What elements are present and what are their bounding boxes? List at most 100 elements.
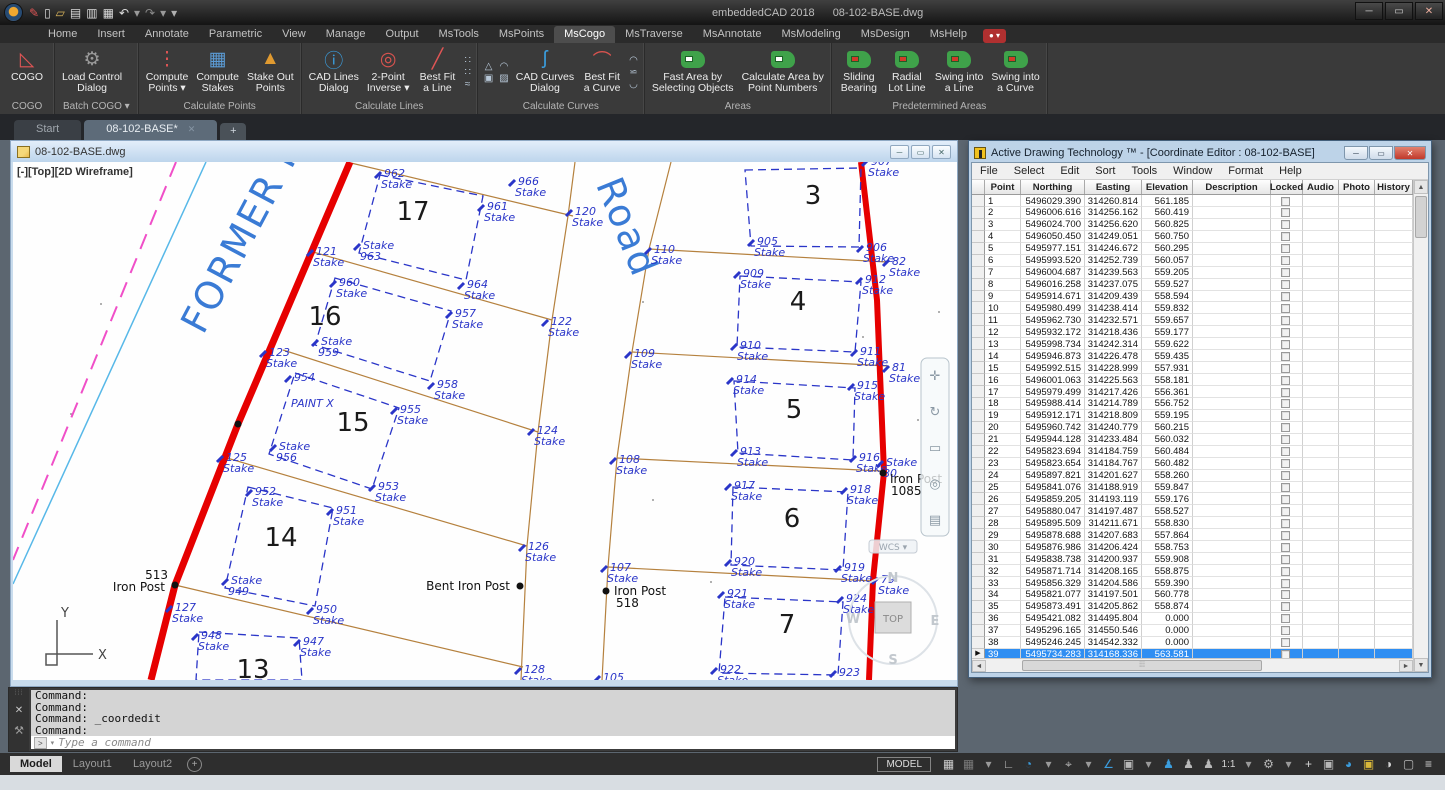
menu-file[interactable]: File xyxy=(980,165,998,177)
locked-checkbox[interactable] xyxy=(1281,590,1290,599)
cell-description[interactable] xyxy=(1193,577,1271,589)
table-row[interactable]: 105495980.499314238.414559.832 xyxy=(972,302,1413,314)
cell-description[interactable] xyxy=(1193,267,1271,279)
cell-audio[interactable] xyxy=(1303,565,1339,577)
locked-checkbox[interactable] xyxy=(1281,567,1290,576)
cell-photo[interactable] xyxy=(1339,243,1375,255)
table-row[interactable]: 35496024.700314256.620560.825 xyxy=(972,219,1413,231)
table-row[interactable]: 355495873.491314205.862558.874 xyxy=(972,601,1413,613)
cell-locked[interactable] xyxy=(1271,541,1303,553)
cell-elevation[interactable]: 558.594 xyxy=(1142,291,1193,303)
cell-point[interactable]: 17 xyxy=(985,386,1021,398)
locked-checkbox[interactable] xyxy=(1281,376,1290,385)
add-layout-button[interactable]: + xyxy=(187,757,202,772)
cell-photo[interactable] xyxy=(1339,649,1375,658)
menu-tools[interactable]: Tools xyxy=(1131,165,1157,177)
command-input-row[interactable]: > ▾ Type a command xyxy=(31,736,955,749)
cell-locked[interactable] xyxy=(1271,589,1303,601)
cell-locked[interactable] xyxy=(1271,613,1303,625)
ribbon-tab-manage[interactable]: Manage xyxy=(316,26,376,43)
locked-checkbox[interactable] xyxy=(1281,471,1290,480)
row-marker-cell[interactable] xyxy=(972,350,985,362)
cell-description[interactable] xyxy=(1193,482,1271,494)
cell-elevation[interactable]: 559.527 xyxy=(1142,279,1193,291)
osnap-caret-icon[interactable]: ▾ xyxy=(1080,756,1097,773)
command-prompt-icon[interactable]: > xyxy=(34,737,47,749)
cell-northing[interactable]: 5495246.245 xyxy=(1021,637,1085,649)
cell-locked[interactable] xyxy=(1271,267,1303,279)
cell-point[interactable]: 13 xyxy=(985,338,1021,350)
cell-easting[interactable]: 314232.571 xyxy=(1085,314,1142,326)
cell-locked[interactable] xyxy=(1271,565,1303,577)
cell-northing[interactable]: 5495296.165 xyxy=(1021,625,1085,637)
cell-northing[interactable]: 5495912.171 xyxy=(1021,410,1085,422)
cell-audio[interactable] xyxy=(1303,553,1339,565)
cell-point[interactable]: 33 xyxy=(985,577,1021,589)
cell-elevation[interactable]: 556.361 xyxy=(1142,386,1193,398)
cell-point[interactable]: 14 xyxy=(985,350,1021,362)
cell-northing[interactable]: 5495988.414 xyxy=(1021,398,1085,410)
cell-elevation[interactable]: 556.752 xyxy=(1142,398,1193,410)
locked-checkbox[interactable] xyxy=(1281,399,1290,408)
cell-northing[interactable]: 5495897.821 xyxy=(1021,470,1085,482)
cell-description[interactable] xyxy=(1193,505,1271,517)
cell-easting[interactable]: 314217.426 xyxy=(1085,386,1142,398)
cell-history[interactable] xyxy=(1375,493,1413,505)
ribbon-group-label[interactable]: Areas xyxy=(645,100,831,114)
cell-description[interactable] xyxy=(1193,493,1271,505)
cell-description[interactable] xyxy=(1193,231,1271,243)
cell-audio[interactable] xyxy=(1303,446,1339,458)
cell-description[interactable] xyxy=(1193,589,1271,601)
save-icon[interactable]: ▤ xyxy=(70,6,81,20)
ribbon-group-label[interactable]: Calculate Points xyxy=(139,100,301,114)
ribbon-tab-mshelp[interactable]: MsHelp xyxy=(920,26,977,43)
cell-history[interactable] xyxy=(1375,231,1413,243)
cell-audio[interactable] xyxy=(1303,243,1339,255)
cell-northing[interactable]: 5495838.738 xyxy=(1021,553,1085,565)
cell-history[interactable] xyxy=(1375,326,1413,338)
cell-locked[interactable] xyxy=(1271,625,1303,637)
cell-history[interactable] xyxy=(1375,291,1413,303)
cell-description[interactable] xyxy=(1193,649,1271,658)
ribbon-button-load-control-dialog[interactable]: ⚙Load ControlDialog xyxy=(59,45,125,100)
cell-northing[interactable]: 5495878.688 xyxy=(1021,529,1085,541)
cell-history[interactable] xyxy=(1375,589,1413,601)
cell-easting[interactable]: 314238.414 xyxy=(1085,302,1142,314)
row-marker-cell[interactable] xyxy=(972,243,985,255)
cell-audio[interactable] xyxy=(1303,338,1339,350)
plot-icon[interactable]: ▥ xyxy=(86,6,97,20)
cell-description[interactable] xyxy=(1193,613,1271,625)
cell-point[interactable]: 6 xyxy=(985,255,1021,267)
small-tool-icon[interactable]: ◠ xyxy=(499,61,508,72)
cell-elevation[interactable]: 559.657 xyxy=(1142,314,1193,326)
locked-checkbox[interactable] xyxy=(1281,495,1290,504)
cell-photo[interactable] xyxy=(1339,565,1375,577)
row-marker-cell[interactable] xyxy=(972,601,985,613)
cell-audio[interactable] xyxy=(1303,470,1339,482)
table-row[interactable]: 225495823.694314184.759560.484 xyxy=(972,446,1413,458)
table-row[interactable]: 365495421.082314495.8040.000 xyxy=(972,613,1413,625)
locked-checkbox[interactable] xyxy=(1281,328,1290,337)
cell-elevation[interactable]: 558.875 xyxy=(1142,565,1193,577)
locked-checkbox[interactable] xyxy=(1281,232,1290,241)
cell-easting[interactable]: 314550.546 xyxy=(1085,625,1142,637)
cell-locked[interactable] xyxy=(1271,493,1303,505)
cell-photo[interactable] xyxy=(1339,625,1375,637)
cell-locked[interactable] xyxy=(1271,279,1303,291)
locked-checkbox[interactable] xyxy=(1281,352,1290,361)
polar-caret-icon[interactable]: ▾ xyxy=(1040,756,1057,773)
dynamic-input-icon[interactable]: ▣ xyxy=(1120,756,1137,773)
cell-locked[interactable] xyxy=(1271,458,1303,470)
row-marker-cell[interactable] xyxy=(972,422,985,434)
ribbon-button-sliding-bearing[interactable]: SlidingBearing xyxy=(836,45,882,100)
cell-point[interactable]: 20 xyxy=(985,422,1021,434)
row-marker-cell[interactable] xyxy=(972,255,985,267)
vertical-scrollbar[interactable]: ▲ ▼ xyxy=(1413,180,1428,672)
cell-easting[interactable]: 314260.814 xyxy=(1085,195,1142,207)
ribbon-button-best-fit-a-line[interactable]: ╱Best Fita Line xyxy=(414,45,460,100)
cell-point[interactable]: 16 xyxy=(985,374,1021,386)
cell-description[interactable] xyxy=(1193,529,1271,541)
cell-history[interactable] xyxy=(1375,601,1413,613)
cell-audio[interactable] xyxy=(1303,637,1339,649)
cell-point[interactable]: 4 xyxy=(985,231,1021,243)
